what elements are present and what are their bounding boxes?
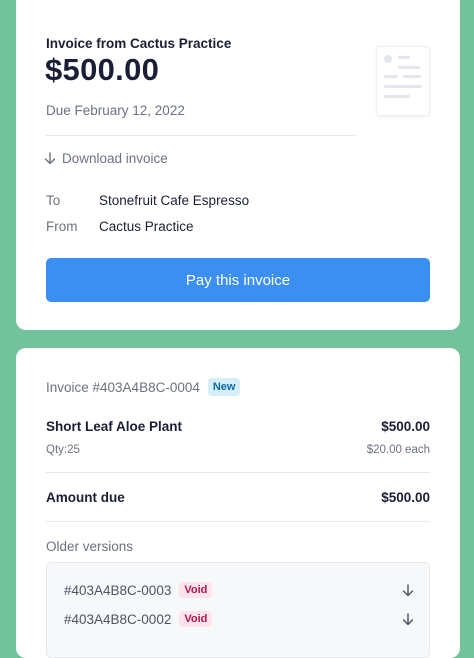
to-value: Stonefruit Cafe Espresso [99,193,250,208]
invoice-details-card: Invoice #403A4B8C-0004 New Short Leaf Al… [16,348,460,658]
line-item-unit-price: $20.00 each [366,444,430,456]
arrow-down-icon [44,152,56,165]
amount-due-label: Amount due [46,490,125,505]
download-invoice-link[interactable]: Download invoice [44,151,168,166]
due-date: Due February 12, 2022 [46,103,185,118]
amount-due-value: $500.00 [381,490,430,505]
divider [46,135,357,136]
arrow-down-icon[interactable] [402,583,414,597]
divider [46,472,430,473]
from-value: Cactus Practice [99,219,194,234]
older-version-row: #403A4B8C-0002 Void [64,611,414,627]
line-item-qty: Qty:25 [46,444,80,456]
older-version-id: #403A4B8C-0003 [64,582,172,598]
arrow-down-icon[interactable] [402,612,414,626]
line-item-price: $500.00 [381,419,430,434]
void-badge: Void [179,582,213,598]
older-version-id: #403A4B8C-0002 [64,611,172,627]
older-versions-label: Older versions [46,539,134,554]
invoice-number: Invoice #403A4B8C-0004 [46,379,200,395]
older-version-row: #403A4B8C-0003 Void [64,582,414,598]
document-illustration-icon [376,46,430,116]
invoice-amount: $500.00 [45,52,160,87]
from-label: From [46,219,78,234]
download-invoice-label: Download invoice [62,151,168,166]
invoice-number-row: Invoice #403A4B8C-0004 New [46,378,241,396]
line-item-name: Short Leaf Aloe Plant [46,419,183,434]
invoice-summary-card: Invoice from Cactus Practice $500.00 Due… [16,0,460,330]
divider [46,521,430,522]
pay-invoice-button[interactable]: Pay this invoice [46,258,430,302]
status-badge: New [207,378,241,396]
to-label: To [46,193,61,208]
void-badge: Void [179,611,213,627]
invoice-title: Invoice from Cactus Practice [46,36,232,51]
older-versions-list: #403A4B8C-0003 Void #403A4B8C-0002 Void [46,562,430,658]
